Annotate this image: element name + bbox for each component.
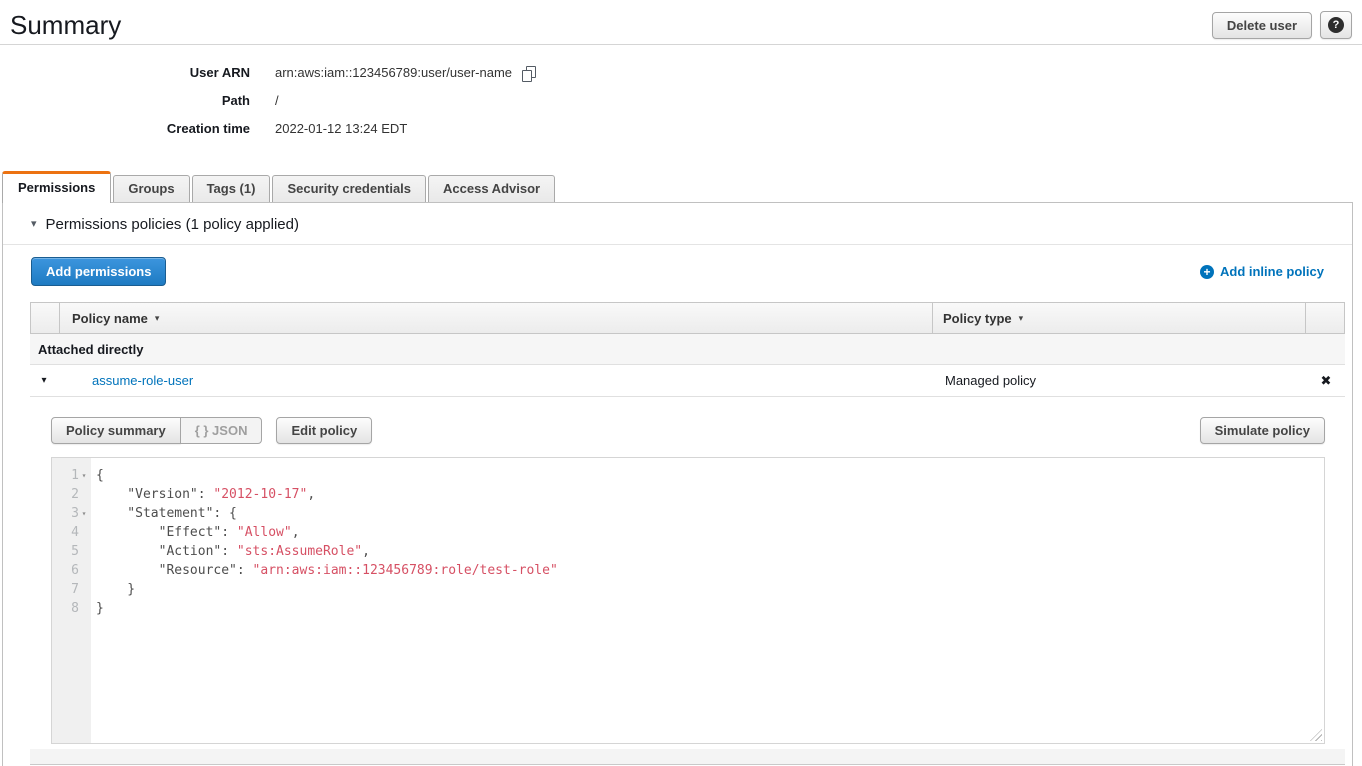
remove-policy-button[interactable]: ✖ xyxy=(1307,373,1345,389)
policy-name-header-label: Policy name xyxy=(72,311,148,326)
tab-bar: PermissionsGroupsTags (1)Security creden… xyxy=(0,171,1362,202)
detail-label: Path xyxy=(0,93,275,109)
policy-name-cell: assume-role-user xyxy=(58,373,935,388)
expander-caret-icon: ▾ xyxy=(41,375,46,386)
detail-value: / xyxy=(275,93,279,109)
permissions-tab-panel: ▾ Permissions policies (1 policy applied… xyxy=(2,202,1353,766)
policy-name-link[interactable]: assume-role-user xyxy=(92,373,193,388)
expander-column-header xyxy=(31,303,60,333)
policy-name-column-header[interactable]: Policy name ▾ xyxy=(60,303,932,333)
policy-type-column-header[interactable]: Policy type ▾ xyxy=(932,303,1305,333)
detail-label: Creation time xyxy=(0,121,275,137)
plus-icon: + xyxy=(1200,265,1214,279)
page-title: Summary xyxy=(10,10,121,41)
gutter-line-number: 5 xyxy=(52,542,91,561)
tab-groups[interactable]: Groups xyxy=(113,175,189,202)
detail-row: Creation time2022-01-12 13:24 EDT xyxy=(0,121,1362,137)
help-icon: ? xyxy=(1328,17,1344,33)
code-line: "Resource": "arn:aws:iam::123456789:role… xyxy=(96,561,1324,580)
policy-detail-expanded-area: Policy summary { } JSON Edit policy Simu… xyxy=(30,397,1345,744)
policy-table-row: ▾ assume-role-user Managed policy ✖ xyxy=(30,365,1345,397)
detail-value: 2022-01-12 13:24 EDT xyxy=(275,121,407,137)
policy-type-cell: Managed policy xyxy=(935,373,1307,388)
detail-label: User ARN xyxy=(0,65,275,81)
permissions-policies-section-header[interactable]: ▾ Permissions policies (1 policy applied… xyxy=(3,203,1352,244)
simulate-policy-button[interactable]: Simulate policy xyxy=(1200,417,1325,444)
gutter-line-number: 4 xyxy=(52,523,91,542)
tab-permissions[interactable]: Permissions xyxy=(2,171,111,203)
code-line: } xyxy=(96,580,1324,599)
gutter-line-number: 1▾ xyxy=(52,466,91,485)
section-title: Permissions policies (1 policy applied) xyxy=(46,216,299,233)
policy-type-header-label: Policy type xyxy=(943,311,1012,326)
user-details: User ARNarn:aws:iam::123456789:user/user… xyxy=(0,45,1362,159)
code-line: "Effect": "Allow", xyxy=(96,523,1324,542)
tab-security-credentials[interactable]: Security credentials xyxy=(272,175,426,202)
edit-policy-button[interactable]: Edit policy xyxy=(276,417,372,444)
help-button[interactable]: ? xyxy=(1320,11,1352,39)
gutter-line-number: 7 xyxy=(52,580,91,599)
copy-icon[interactable] xyxy=(522,66,536,81)
delete-user-button[interactable]: Delete user xyxy=(1212,12,1312,39)
code-line: "Version": "2012-10-17", xyxy=(96,485,1324,504)
add-inline-policy-link[interactable]: + Add inline policy xyxy=(1200,264,1324,279)
row-expander-button[interactable]: ▾ xyxy=(30,375,58,386)
code-line: { xyxy=(96,466,1324,485)
code-line: } xyxy=(96,599,1324,618)
code-line: "Statement": { xyxy=(96,504,1324,523)
code-line: "Action": "sts:AssumeRole", xyxy=(96,542,1324,561)
policies-table: Policy name ▾ Policy type ▾ Attached dir… xyxy=(30,302,1345,765)
policy-json-editor[interactable]: 1▾23▾45678 { "Version": "2012-10-17", "S… xyxy=(51,457,1325,744)
detail-value: arn:aws:iam::123456789:user/user-name xyxy=(275,65,512,81)
sort-caret-icon: ▾ xyxy=(155,313,160,324)
gutter-line-number: 6 xyxy=(52,561,91,580)
gutter-line-number: 3▾ xyxy=(52,504,91,523)
fold-caret-icon[interactable]: ▾ xyxy=(79,504,89,523)
view-toggle-group: Policy summary { } JSON Edit policy xyxy=(51,417,372,444)
gutter-line-number: 2 xyxy=(52,485,91,504)
header-actions: Delete user ? xyxy=(1212,11,1352,39)
editor-gutter: 1▾23▾45678 xyxy=(52,458,91,743)
policy-actions-row: Add permissions + Add inline policy xyxy=(3,245,1352,300)
policy-view-buttons-row: Policy summary { } JSON Edit policy Simu… xyxy=(51,417,1325,444)
tab-access-advisor[interactable]: Access Advisor xyxy=(428,175,555,202)
table-footer xyxy=(30,749,1345,765)
editor-code[interactable]: { "Version": "2012-10-17", "Statement": … xyxy=(91,458,1324,743)
tab-tags[interactable]: Tags (1) xyxy=(192,175,271,202)
table-header-row: Policy name ▾ Policy type ▾ xyxy=(30,302,1345,334)
remove-column-header xyxy=(1305,303,1344,333)
detail-row: Path/ xyxy=(0,93,1362,109)
collapse-caret-icon: ▾ xyxy=(31,219,37,230)
fold-caret-icon[interactable]: ▾ xyxy=(79,466,89,485)
policy-summary-button[interactable]: Policy summary xyxy=(51,417,181,444)
detail-row: User ARNarn:aws:iam::123456789:user/user… xyxy=(0,65,1362,81)
gutter-line-number: 8 xyxy=(52,599,91,618)
group-row-label: Attached directly xyxy=(38,342,143,357)
json-view-button[interactable]: { } JSON xyxy=(180,417,263,444)
add-permissions-button[interactable]: Add permissions xyxy=(31,257,166,286)
sort-caret-icon: ▾ xyxy=(1019,313,1024,324)
attached-directly-group-row: Attached directly xyxy=(30,334,1345,365)
add-inline-policy-label: Add inline policy xyxy=(1220,264,1324,279)
page-header: Summary Delete user ? xyxy=(0,0,1362,45)
iam-user-summary-page: Summary Delete user ? User ARNarn:aws:ia… xyxy=(0,0,1362,766)
